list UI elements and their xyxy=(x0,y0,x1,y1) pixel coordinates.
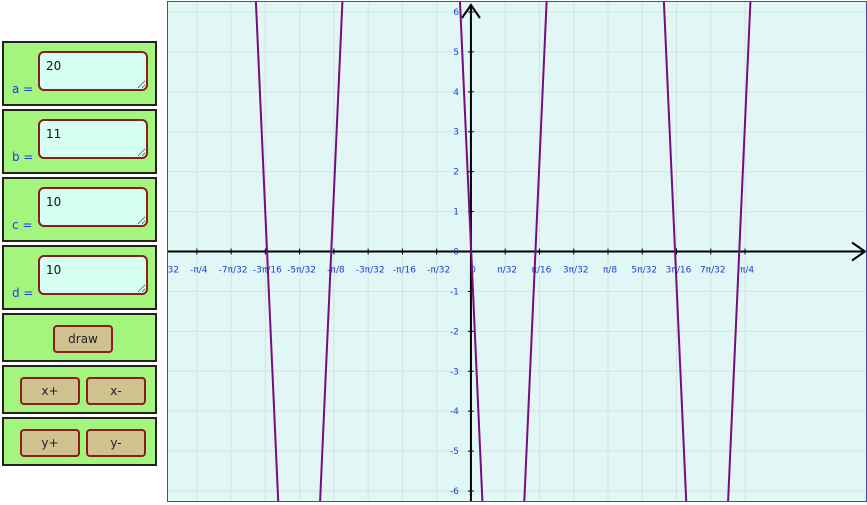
param-a-panel: a = xyxy=(2,41,157,106)
draw-panel: draw xyxy=(2,313,157,362)
y-tick-label: -6 xyxy=(450,487,459,497)
param-d-panel: d = xyxy=(2,245,157,310)
y-tick-label: -2 xyxy=(450,327,459,337)
y-tick-label: 3 xyxy=(453,128,459,138)
x-tick-label: 7π/32 xyxy=(700,266,726,276)
function-plot: -9π/32-π/4-7π/32-3π/16-5π/32-π/8-3π/32-π… xyxy=(168,2,866,501)
x-tick-label: -π/16 xyxy=(393,266,416,276)
param-c-panel: c = xyxy=(2,177,157,242)
y-tick-label: 2 xyxy=(453,168,459,178)
param-b-input[interactable] xyxy=(38,119,148,159)
param-d-input[interactable] xyxy=(38,255,148,295)
x-minus-button[interactable]: x- xyxy=(86,377,146,405)
y-tick-label: -3 xyxy=(450,367,459,377)
y-tick-label: -1 xyxy=(450,287,459,297)
param-a-label: a = xyxy=(12,82,34,96)
x-plus-button[interactable]: x+ xyxy=(20,377,80,405)
y-zoom-panel: y+ y- xyxy=(2,417,157,466)
param-d-label: d = xyxy=(12,286,34,300)
param-b-panel: b = xyxy=(2,109,157,174)
param-c-input[interactable] xyxy=(38,187,148,227)
x-tick-label: -5π/32 xyxy=(287,266,316,276)
x-tick-label: -9π/32 xyxy=(168,266,179,276)
graph-canvas[interactable]: -9π/32-π/4-7π/32-3π/16-5π/32-π/8-3π/32-π… xyxy=(167,1,867,502)
x-tick-label: π/32 xyxy=(497,266,517,276)
y-tick-label: 6 xyxy=(453,8,459,18)
y-tick-label: 5 xyxy=(453,48,459,58)
y-tick-label: 1 xyxy=(453,208,459,218)
y-plus-button[interactable]: y+ xyxy=(20,429,80,457)
x-tick-label: -3π/32 xyxy=(356,266,385,276)
y-tick-label: -5 xyxy=(450,447,459,457)
y-tick-label: 4 xyxy=(453,88,459,98)
x-tick-label: 5π/32 xyxy=(631,266,657,276)
x-tick-label: -π/32 xyxy=(427,266,450,276)
x-tick-label: π/4 xyxy=(740,266,754,276)
y-tick-label: 0 xyxy=(453,248,459,258)
x-zoom-panel: x+ x- xyxy=(2,365,157,414)
x-tick-label: 3π/16 xyxy=(666,266,692,276)
draw-button[interactable]: draw xyxy=(53,325,113,353)
x-tick-label: -π/4 xyxy=(190,266,208,276)
y-minus-button[interactable]: y- xyxy=(86,429,146,457)
x-tick-label: -7π/32 xyxy=(219,266,248,276)
x-tick-label: π/8 xyxy=(603,266,617,276)
param-b-label: b = xyxy=(12,150,34,164)
y-tick-label: -4 xyxy=(450,407,459,417)
x-tick-label: 3π/32 xyxy=(563,266,589,276)
param-a-input[interactable] xyxy=(38,51,148,91)
param-c-label: c = xyxy=(12,218,33,232)
